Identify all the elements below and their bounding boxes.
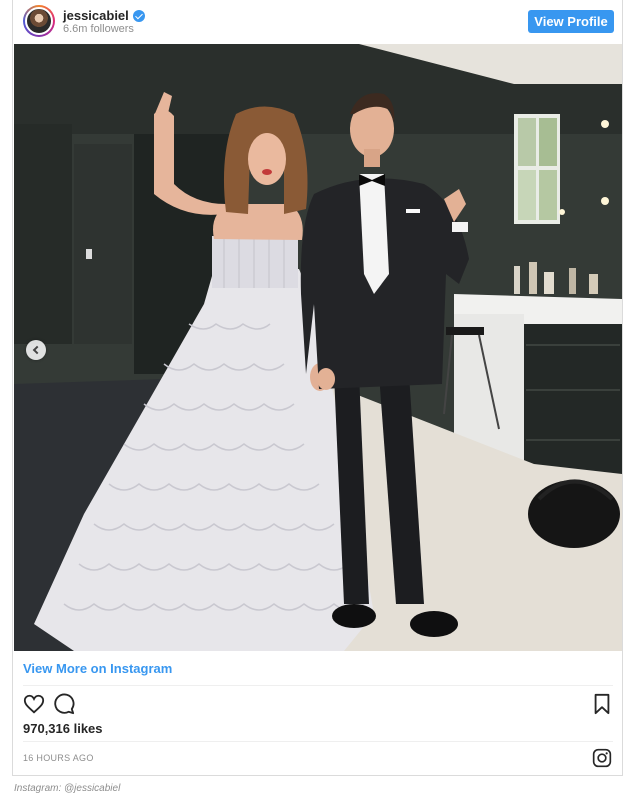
image-credit-caption: Instagram: @jessicabiel: [14, 783, 121, 794]
follower-count: 6.6m followers: [63, 23, 134, 35]
post-header: jessicabiel 6.6m followers View Profile: [13, 0, 624, 44]
comment-icon[interactable]: [53, 693, 75, 715]
post-timestamp: 16 HOURS AGO: [23, 753, 94, 763]
instagram-logo-icon[interactable]: [592, 748, 612, 768]
heart-icon[interactable]: [23, 693, 45, 715]
avatar[interactable]: [23, 5, 55, 37]
instagram-embed-card: jessicabiel 6.6m followers View Profile: [12, 0, 623, 776]
username-row: jessicabiel: [63, 8, 145, 23]
chevron-left-icon: [32, 345, 42, 355]
action-bar: [23, 693, 613, 717]
carousel-prev-button[interactable]: [26, 340, 46, 360]
avatar-image: [25, 7, 53, 35]
post-photo[interactable]: [14, 44, 622, 651]
verified-badge-icon: [132, 9, 145, 22]
photo-illustration: [14, 44, 622, 651]
view-more-link[interactable]: View More on Instagram: [23, 661, 172, 676]
like-count: 970,316 likes: [23, 721, 103, 736]
view-profile-button[interactable]: View Profile: [528, 10, 614, 33]
bookmark-icon[interactable]: [591, 693, 613, 715]
divider: [23, 685, 613, 686]
divider: [23, 741, 613, 742]
username-link[interactable]: jessicabiel: [63, 8, 129, 23]
